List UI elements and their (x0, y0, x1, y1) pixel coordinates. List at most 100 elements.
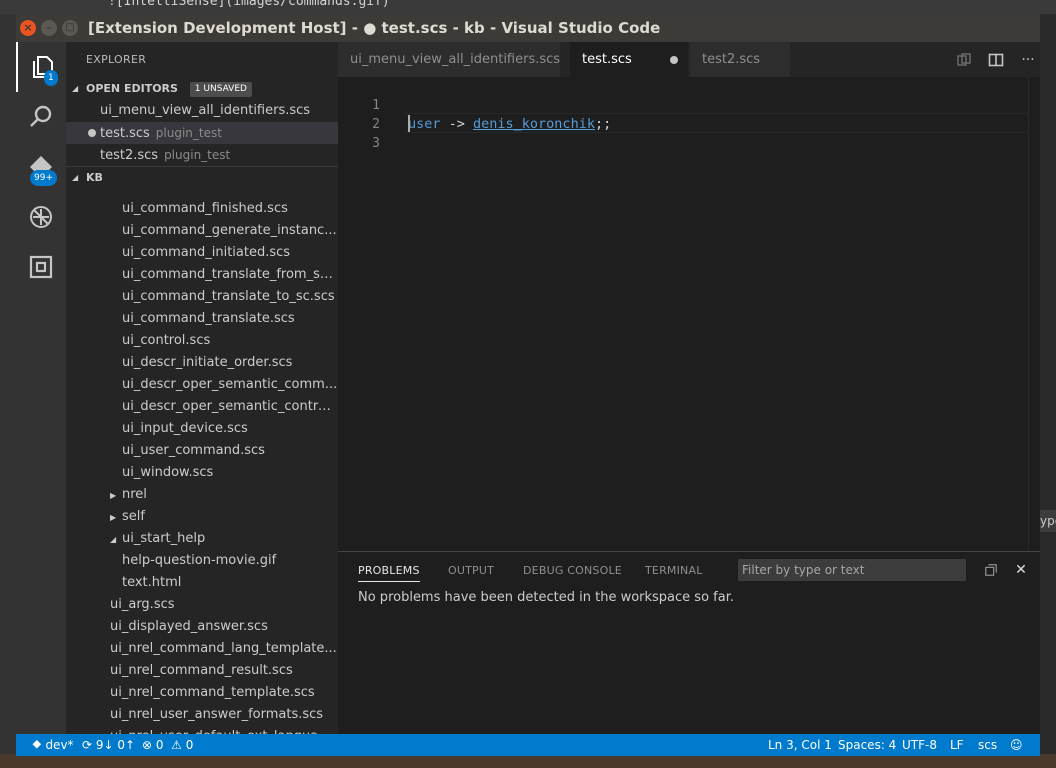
indentation[interactable]: Spaces: 4 (838, 734, 896, 756)
tree-file[interactable]: ui_nrel_command_template.scs (66, 682, 338, 704)
tree-item-label: ui_nrel_command_lang_template... (110, 641, 337, 656)
end-of-line[interactable]: LF (950, 734, 964, 756)
code-line[interactable]: 3 (338, 115, 1028, 151)
panel-tab-terminal[interactable]: TERMINAL (645, 562, 703, 582)
tree-file[interactable]: help-question-movie.gif (66, 550, 338, 572)
tree-item-label: ui_input_device.scs (122, 421, 248, 436)
panel-tab-output[interactable]: OUTPUT (448, 562, 494, 582)
open-changes-button[interactable] (952, 48, 976, 72)
tree-file[interactable]: ui_control.scs (66, 330, 338, 352)
cursor-position[interactable]: Ln 3, Col 1 (768, 734, 832, 756)
tree-file[interactable]: ui_arg.scs (66, 594, 338, 616)
tree-file[interactable]: ui_descr_oper_semantic_comm... (66, 374, 338, 396)
activity-extensions[interactable] (16, 242, 66, 292)
editor-scrollbar[interactable] (1028, 77, 1040, 551)
file-tree[interactable]: ui_command_finished.scs ui_command_genera… (66, 202, 338, 734)
tree-file[interactable]: text.html (66, 572, 338, 594)
open-editor-folder: plugin_test (164, 148, 231, 162)
error-icon: ⊗ (142, 738, 153, 752)
background-right-panel (1040, 14, 1056, 754)
tree-file[interactable]: ui_command_translate_to_sc.scs (66, 286, 338, 308)
encoding[interactable]: UTF-8 (902, 734, 937, 756)
problems-indicator[interactable]: ⊗ 0 ⚠ 0 (142, 734, 193, 756)
open-editor-item[interactable]: ui_menu_view_all_identifiers.scs (66, 100, 338, 122)
tree-file[interactable]: ui_window.scs (66, 462, 338, 484)
folder-header[interactable]: ◢ KB (66, 166, 338, 188)
panel-tab-debug-console[interactable]: DEBUG CONSOLE (523, 562, 622, 582)
folder-label: KB (86, 171, 103, 184)
activity-debug[interactable] (16, 192, 66, 242)
split-editor-button[interactable] (984, 48, 1008, 72)
activity-search[interactable] (16, 92, 66, 142)
tree-item-label: ui_arg.scs (110, 597, 175, 612)
language-mode[interactable]: scs (978, 734, 997, 756)
code-line[interactable]: 1 user -> denis_koronchik;; (338, 77, 1028, 132)
branch-indicator[interactable]: ⯁ dev* (32, 734, 74, 756)
title-bar: × – □ [Extension Development Host] - ● t… (16, 14, 1040, 42)
open-editor-folder: plugin_test (155, 126, 222, 140)
tree-file[interactable]: ui_command_generate_instanc... (66, 220, 338, 242)
more-actions-button[interactable]: ··· (1016, 48, 1040, 72)
background-bottom-strip (0, 754, 1056, 768)
tree-file[interactable]: ui_command_translate_from_sc... (66, 264, 338, 286)
window-close-button[interactable]: × (20, 20, 36, 36)
tree-file[interactable]: ui_nrel_user_answer_formats.scs (66, 704, 338, 726)
feedback-button[interactable]: ☺ (1010, 734, 1023, 756)
tree-file[interactable]: ui_command_finished.scs (66, 202, 338, 220)
tree-item-label: ui_control.scs (122, 333, 211, 348)
tree-file[interactable]: ui_displayed_answer.scs (66, 616, 338, 638)
tree-file[interactable]: ui_command_initiated.scs (66, 242, 338, 264)
split-editor-icon (988, 53, 1004, 66)
close-panel-button[interactable]: ✕ (1012, 561, 1030, 579)
panel-tab-problems[interactable]: PROBLEMS (358, 562, 420, 582)
open-editor-name: ui_menu_view_all_identifiers.scs (100, 103, 311, 118)
tree-folder[interactable]: ▶ nrel (66, 484, 338, 506)
tree-file[interactable]: ui_descr_oper_semantic_contro... (66, 396, 338, 418)
activity-explorer[interactable]: 1 (16, 42, 66, 92)
open-editor-item[interactable]: test.scs plugin_test (66, 122, 338, 144)
problems-filter-input[interactable]: Filter by type or text (738, 559, 966, 581)
sync-indicator[interactable]: ⟳ 9↓ 0↑ (82, 734, 135, 756)
ellipsis-icon: ··· (1021, 51, 1035, 68)
background-editor-strip: ![IntelliSense](images/commands.gif) (0, 0, 1056, 14)
code-editor[interactable]: 1 user -> denis_koronchik;; 2 3 (338, 77, 1040, 551)
tree-item-label: ui_command_translate_from_sc... (122, 267, 338, 282)
code-line[interactable]: 2 (338, 96, 1028, 132)
warning-icon: ⚠ (171, 738, 182, 752)
window-maximize-button[interactable]: □ (62, 20, 78, 36)
minimize-icon: – (46, 21, 52, 34)
debug-icon (30, 206, 52, 228)
tree-item-label: ui_descr_oper_semantic_contro... (122, 399, 338, 414)
close-icon: × (23, 21, 33, 34)
unsaved-dot-icon[interactable] (670, 56, 678, 64)
search-icon (30, 105, 52, 127)
tab-label: ui_menu_view_all_identifiers.scs (350, 52, 561, 67)
tab-ui-menu-view-all-identifiers[interactable]: ui_menu_view_all_identifiers.scs (338, 42, 560, 77)
tree-item-label: ui_nrel_command_result.scs (110, 663, 293, 678)
sync-icon: ⟳ (82, 738, 93, 752)
window-minimize-button[interactable]: – (41, 20, 57, 36)
tree-file[interactable]: ui_nrel_user_default_ext_languag... (66, 726, 338, 734)
unsaved-badge: 1 UNSAVED (189, 82, 252, 97)
open-editors-header[interactable]: ◢ OPEN EDITORS 1 UNSAVED (66, 78, 338, 100)
tree-folder[interactable]: ◢ ui_start_help (66, 528, 338, 550)
open-editor-item[interactable]: test2.scs plugin_test (66, 144, 338, 166)
tab-test2-scs[interactable]: test2.scs (690, 42, 790, 77)
branch-name: dev* (45, 738, 74, 752)
activity-source-control[interactable]: 99+ (16, 142, 66, 192)
tab-test-scs[interactable]: test.scs (570, 42, 688, 77)
tree-file[interactable]: ui_user_command.scs (66, 440, 338, 462)
close-icon: ✕ (1015, 562, 1027, 578)
chevron-right-icon: ▶ (110, 513, 117, 522)
tree-file[interactable]: ui_nrel_command_result.scs (66, 660, 338, 682)
tree-item-label: ui_command_generate_instanc... (122, 223, 337, 238)
tree-file[interactable]: ui_input_device.scs (66, 418, 338, 440)
tree-file[interactable]: ui_descr_initiate_order.scs (66, 352, 338, 374)
tree-item-label: ui_descr_initiate_order.scs (122, 355, 293, 370)
tree-file[interactable]: ui_nrel_command_lang_template... (66, 638, 338, 660)
tree-folder[interactable]: ▶ self (66, 506, 338, 528)
background-right-text: ype (1040, 510, 1056, 532)
vscode-window: × – □ [Extension Development Host] - ● t… (16, 14, 1040, 756)
tree-file[interactable]: ui_command_translate.scs (66, 308, 338, 330)
collapse-all-button[interactable] (982, 561, 1000, 579)
